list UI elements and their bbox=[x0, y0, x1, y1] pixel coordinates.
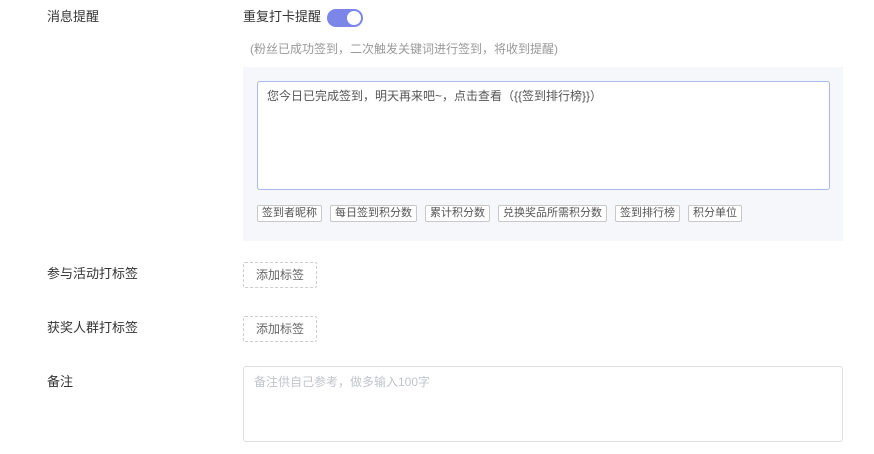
winner-add-tag-button[interactable]: 添加标签 bbox=[243, 316, 317, 342]
repeat-reminder-hint: (粉丝已成功签到，二次触发关键词进行签到，将收到提醒) bbox=[250, 42, 558, 56]
variable-chip-daily-points[interactable]: 每日签到积分数 bbox=[330, 205, 417, 222]
repeat-reminder-toggle[interactable] bbox=[327, 9, 363, 27]
variable-chip-points-unit[interactable]: 积分单位 bbox=[688, 205, 742, 222]
remark-label: 备注 bbox=[47, 374, 74, 389]
winner-tag-label: 获奖人群打标签 bbox=[47, 320, 139, 335]
activity-add-tag-button[interactable]: 添加标签 bbox=[243, 262, 317, 288]
variable-chip-nickname[interactable]: 签到者昵称 bbox=[257, 205, 322, 222]
variable-chip-redeem-points[interactable]: 兑换奖品所需积分数 bbox=[498, 205, 607, 222]
variable-chip-ranking[interactable]: 签到排行榜 bbox=[615, 205, 680, 222]
checkin-settings-form: 消息提醒 重复打卡提醒 (粉丝已成功签到，二次触发关键词进行签到，将收到提醒) … bbox=[0, 0, 874, 454]
variable-chip-total-points[interactable]: 累计积分数 bbox=[425, 205, 490, 222]
toggle-knob bbox=[347, 11, 361, 25]
variable-chip-list: 签到者昵称 每日签到积分数 累计积分数 兑换奖品所需积分数 签到排行榜 积分单位 bbox=[257, 205, 742, 222]
repeat-reminder-label: 重复打卡提醒 bbox=[243, 9, 322, 24]
remark-textarea[interactable] bbox=[243, 366, 843, 442]
activity-tag-label: 参与活动打标签 bbox=[47, 266, 139, 281]
message-editor-panel: 您今日已完成签到，明天再来吧~，点击查看（{{签到排行榜}}） 签到者昵称 每日… bbox=[243, 67, 843, 241]
message-textarea[interactable]: 您今日已完成签到，明天再来吧~，点击查看（{{签到排行榜}}） bbox=[257, 81, 830, 190]
message-reminder-label: 消息提醒 bbox=[47, 9, 100, 24]
